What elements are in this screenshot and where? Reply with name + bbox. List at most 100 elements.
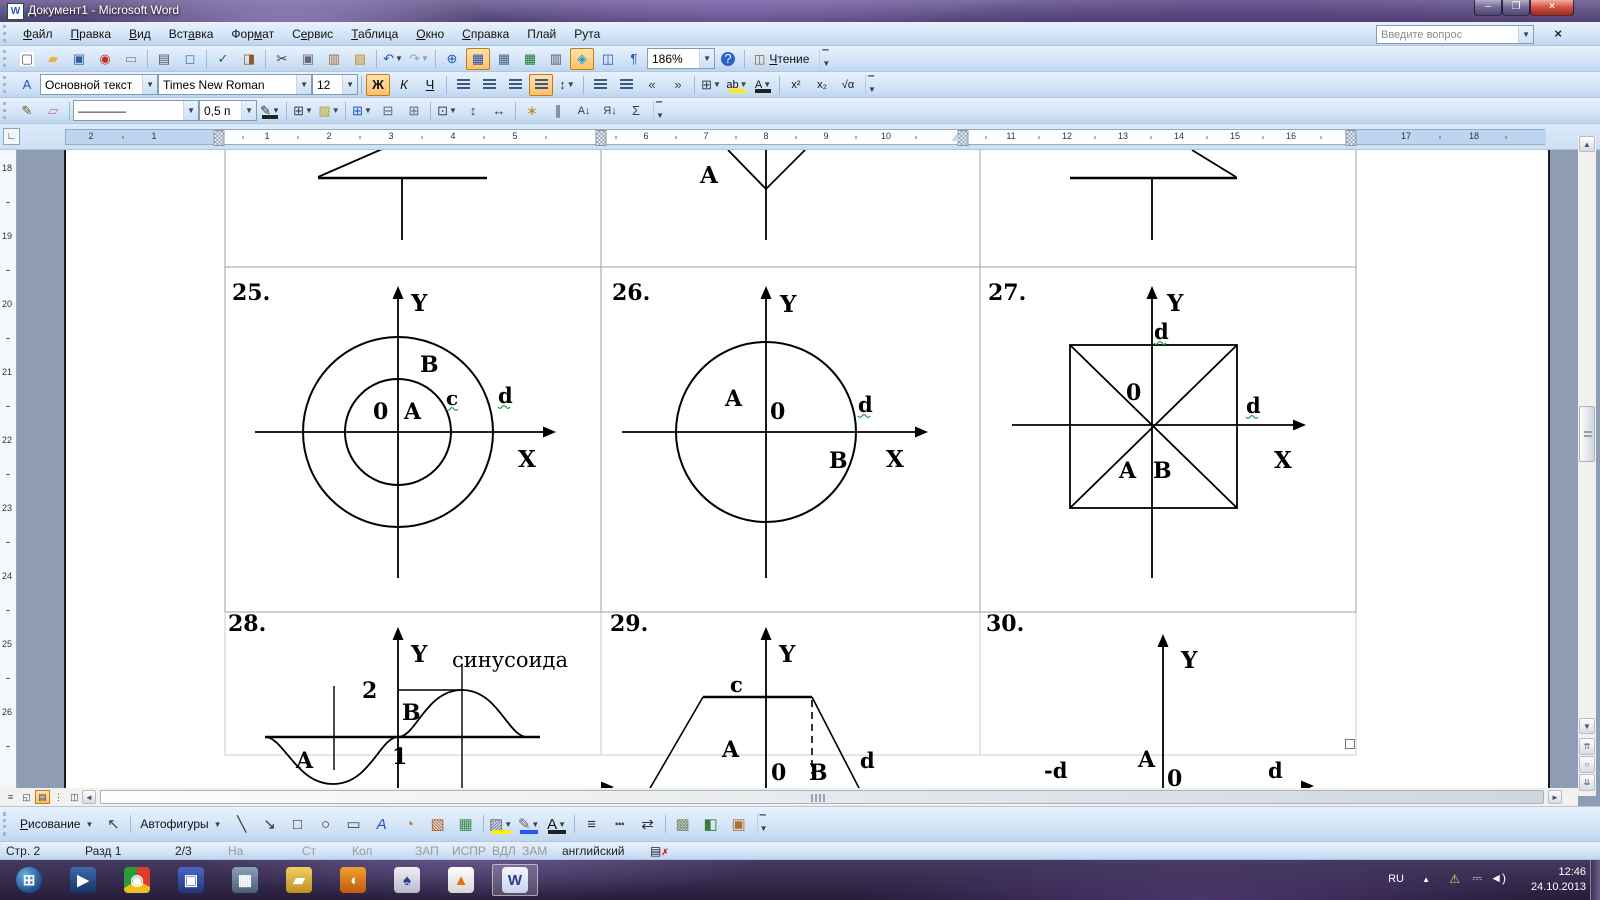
distribute-columns-icon[interactable]: ↔ xyxy=(487,100,511,122)
vertical-ruler[interactable]: 181920212223242526 xyxy=(0,150,17,788)
border-color-icon[interactable]: ✎▼ xyxy=(258,100,282,122)
insert-excel-icon[interactable]: ▦ xyxy=(518,48,542,70)
menu-рута[interactable]: Рута xyxy=(565,24,609,44)
taskbar-media-player-icon[interactable]: ▶ xyxy=(60,864,106,896)
shadow-style-icon[interactable]: ▩ xyxy=(670,811,696,837)
normal-view-button[interactable]: ≡ xyxy=(3,790,18,804)
chevron-down-icon[interactable]: ▼ xyxy=(342,75,357,94)
taskbar-explorer-icon[interactable]: ▰ xyxy=(276,864,322,896)
eraser-icon[interactable]: ▱ xyxy=(41,100,65,122)
chevron-down-icon[interactable]: ▼ xyxy=(449,106,457,115)
show-desktop-button[interactable] xyxy=(1590,860,1600,900)
close-button[interactable]: × xyxy=(1530,0,1574,16)
rectangle-icon[interactable]: □ xyxy=(285,811,311,837)
drawing-menu-button[interactable]: Рисование▼ xyxy=(14,814,99,834)
bold-button[interactable]: Ж xyxy=(366,74,390,96)
menu-правка[interactable]: Правка xyxy=(62,24,121,44)
line-style-combo[interactable]: ————▼ xyxy=(73,100,199,121)
status-line[interactable]: Ст xyxy=(302,844,316,858)
line-spacing-button[interactable]: ↕▼ xyxy=(555,74,579,96)
clip-art-icon[interactable]: ▧ xyxy=(425,811,451,837)
chevron-down-icon[interactable]: ▼ xyxy=(531,820,539,829)
tray-clock[interactable]: 12:46 24.10.2013 xyxy=(1531,865,1586,895)
italic-button[interactable]: К xyxy=(392,74,416,96)
align-left-button[interactable] xyxy=(451,74,475,96)
taskbar-floppy-icon[interactable]: ▣ xyxy=(168,864,214,896)
spelling-icon[interactable]: ✓ xyxy=(211,48,235,70)
autosum-icon[interactable]: Σ xyxy=(624,100,648,122)
speaker-icon[interactable]: ◄) xyxy=(1490,871,1506,885)
browse-next-icon[interactable]: ⇊ xyxy=(1579,774,1595,791)
print-preview-icon[interactable]: ◻ xyxy=(178,48,202,70)
merge-cells-icon[interactable]: ⊟ xyxy=(376,100,400,122)
line-color-icon[interactable]: ✎▼ xyxy=(516,811,542,837)
bullet-list-button[interactable] xyxy=(614,74,638,96)
email-icon[interactable]: ▭ xyxy=(119,48,143,70)
chevron-down-icon[interactable]: ▼ xyxy=(699,49,714,68)
open-folder-icon[interactable]: ▰ xyxy=(41,48,65,70)
arrow-style-icon[interactable]: ⇄ xyxy=(635,811,661,837)
paste-icon[interactable]: ▥ xyxy=(322,48,346,70)
chevron-down-icon[interactable]: ▼ xyxy=(296,75,311,94)
network-warning-icon[interactable]: ⚠ xyxy=(1449,872,1460,886)
permission-icon[interactable]: ◉ xyxy=(93,48,117,70)
horizontal-ruler[interactable]: 21123456789101112131415161718 xyxy=(65,129,1545,145)
scroll-left-icon[interactable]: ◄ xyxy=(82,790,96,804)
font-color-button[interactable]: А▼ xyxy=(751,74,775,96)
diagram-icon[interactable]: ◔ xyxy=(397,811,423,837)
question-input[interactable]: Введите вопрос▼ xyxy=(1376,25,1534,44)
menu-файл[interactable]: Файл xyxy=(14,24,62,44)
chevron-down-icon[interactable]: ▼ xyxy=(713,80,721,89)
chevron-down-icon[interactable]: ▼ xyxy=(504,820,512,829)
insert-table-icon[interactable]: ▦ xyxy=(492,48,516,70)
chevron-down-icon[interactable]: ▼ xyxy=(183,101,198,120)
taskbar-word-icon[interactable]: W xyxy=(492,864,538,896)
styles-format-icon[interactable]: А xyxy=(15,74,39,96)
undo-icon[interactable]: ↶▼ xyxy=(381,48,405,70)
font-size-combo[interactable]: 12▼ xyxy=(312,74,358,95)
chevron-down-icon[interactable]: ▼ xyxy=(395,54,403,63)
format-painter-icon[interactable]: ▨ xyxy=(348,48,372,70)
start-button[interactable]: ⊞ xyxy=(6,864,52,896)
line-weight-combo[interactable]: 0,5 п▼ xyxy=(199,100,257,121)
toolbar-grip[interactable] xyxy=(3,50,11,68)
web-layout-view-button[interactable]: ◱ xyxy=(19,790,34,804)
new-document-icon[interactable]: ▢ xyxy=(15,48,39,70)
text-direction-icon[interactable]: ∥ xyxy=(546,100,570,122)
draw-font-color-icon[interactable]: А▼ xyxy=(544,811,570,837)
style-combo[interactable]: Основной текст▼ xyxy=(40,74,158,95)
columns-icon[interactable]: ▥ xyxy=(544,48,568,70)
justify-button[interactable] xyxy=(529,74,553,96)
toolbar-grip[interactable] xyxy=(3,812,11,836)
distribute-rows-icon[interactable]: ↕ xyxy=(461,100,485,122)
browse-previous-icon[interactable]: ⇈ xyxy=(1579,738,1595,755)
status-track-changes-toggle[interactable]: ИСПР xyxy=(452,844,486,858)
oval-icon[interactable]: ○ xyxy=(313,811,339,837)
scroll-down-icon[interactable]: ▼ xyxy=(1579,718,1595,734)
underline-button[interactable]: Ч xyxy=(418,74,442,96)
taskbar-fish-game-icon[interactable]: ◖ xyxy=(330,864,376,896)
table-autoformat-icon[interactable]: ∗ xyxy=(520,100,544,122)
show-paragraph-icon[interactable]: ¶ xyxy=(622,48,646,70)
table-resize-handle[interactable] xyxy=(1345,739,1355,749)
document-page[interactable] xyxy=(64,150,1550,788)
help-icon[interactable]: ? xyxy=(716,48,740,70)
chevron-down-icon[interactable]: ▼ xyxy=(332,106,340,115)
save-icon[interactable]: ▣ xyxy=(67,48,91,70)
arrow-icon[interactable]: ↘ xyxy=(257,811,283,837)
taskbar-cards-game-icon[interactable]: ♠ xyxy=(384,864,430,896)
chevron-down-icon[interactable]: ▼ xyxy=(567,80,575,89)
drawing-grid-icon[interactable]: ▣ xyxy=(726,811,752,837)
line-icon[interactable]: ╲ xyxy=(229,811,255,837)
subscript-button[interactable]: x₂ xyxy=(810,74,834,96)
menu-вставка[interactable]: Вставка xyxy=(160,24,223,44)
toolbar-grip[interactable] xyxy=(3,25,11,41)
vscroll-thumb[interactable] xyxy=(1579,406,1595,462)
hscroll-thumb[interactable] xyxy=(100,790,1544,804)
scroll-right-icon[interactable]: ► xyxy=(1548,790,1562,804)
chevron-down-icon[interactable]: ▼ xyxy=(558,820,566,829)
toolbar-options-chevron[interactable]: ▔▼ xyxy=(653,101,666,121)
draw-table-icon[interactable]: ✎ xyxy=(15,100,39,122)
align-right-button[interactable] xyxy=(503,74,527,96)
print-icon[interactable]: ▤ xyxy=(152,48,176,70)
